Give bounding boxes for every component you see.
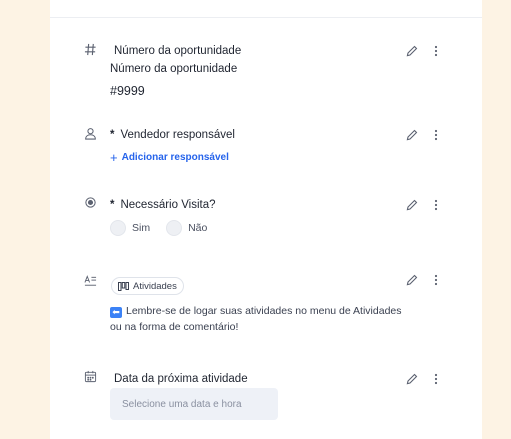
plus-icon: + xyxy=(110,150,118,165)
add-responsible-link[interactable]: + Adicionar responsável xyxy=(110,151,229,164)
field-label-text: Necessário Visita? xyxy=(120,199,216,211)
more-options-icon[interactable] xyxy=(430,45,442,57)
field-actions xyxy=(406,129,442,141)
edit-pencil-icon[interactable] xyxy=(406,45,418,57)
field-label-text: Vendedor responsável xyxy=(120,129,235,141)
radio-nao-label: Não xyxy=(188,222,208,234)
edit-pencil-icon[interactable] xyxy=(406,274,418,286)
more-options-icon[interactable] xyxy=(430,129,442,141)
form-panel: Número da oportunidade Número da oportun… xyxy=(50,0,482,439)
opportunity-number-value: #9999 xyxy=(110,84,145,98)
add-responsible-label: Adicionar responsável xyxy=(121,152,229,163)
more-options-icon[interactable] xyxy=(430,199,442,211)
field-actions xyxy=(406,373,442,385)
edit-pencil-icon[interactable] xyxy=(406,373,418,385)
edit-pencil-icon[interactable] xyxy=(406,129,418,141)
visit-radio-group: Sim Não xyxy=(110,220,217,236)
field-label: Data da próxima atividade xyxy=(114,373,248,385)
required-mark: * xyxy=(110,129,115,141)
field-sublabel: Número da oportunidade xyxy=(110,63,238,75)
field-label: * Necessário Visita? xyxy=(110,199,216,211)
radio-icon xyxy=(83,195,97,209)
activities-note: ⬅ Lembre-se de logar suas atividades no m… xyxy=(110,303,410,335)
kanban-icon xyxy=(118,281,129,291)
field-actions xyxy=(406,45,442,57)
more-options-icon[interactable] xyxy=(430,373,442,385)
activities-tag: Atividades xyxy=(111,277,184,295)
left-arrow-icon: ⬅ xyxy=(110,307,122,318)
field-label: Número da oportunidade xyxy=(114,45,242,57)
field-actions xyxy=(406,274,442,286)
hash-icon xyxy=(83,42,97,56)
radio-sim-label: Sim xyxy=(132,222,151,234)
more-options-icon[interactable] xyxy=(430,274,442,286)
text-format-icon xyxy=(83,274,97,288)
user-icon xyxy=(83,126,97,140)
radio-nao[interactable] xyxy=(166,220,183,236)
edit-pencil-icon[interactable] xyxy=(406,199,418,211)
next-activity-date-input[interactable] xyxy=(110,388,278,420)
field-label: * Vendedor responsável xyxy=(110,129,235,141)
field-actions xyxy=(406,199,442,211)
divider xyxy=(50,17,482,18)
activities-note-text: Lembre-se de logar suas atividades no me… xyxy=(110,305,402,333)
radio-sim[interactable] xyxy=(110,220,126,236)
calendar-icon xyxy=(83,369,97,383)
activities-tag-label: Atividades xyxy=(133,280,177,292)
required-mark: * xyxy=(110,199,115,211)
